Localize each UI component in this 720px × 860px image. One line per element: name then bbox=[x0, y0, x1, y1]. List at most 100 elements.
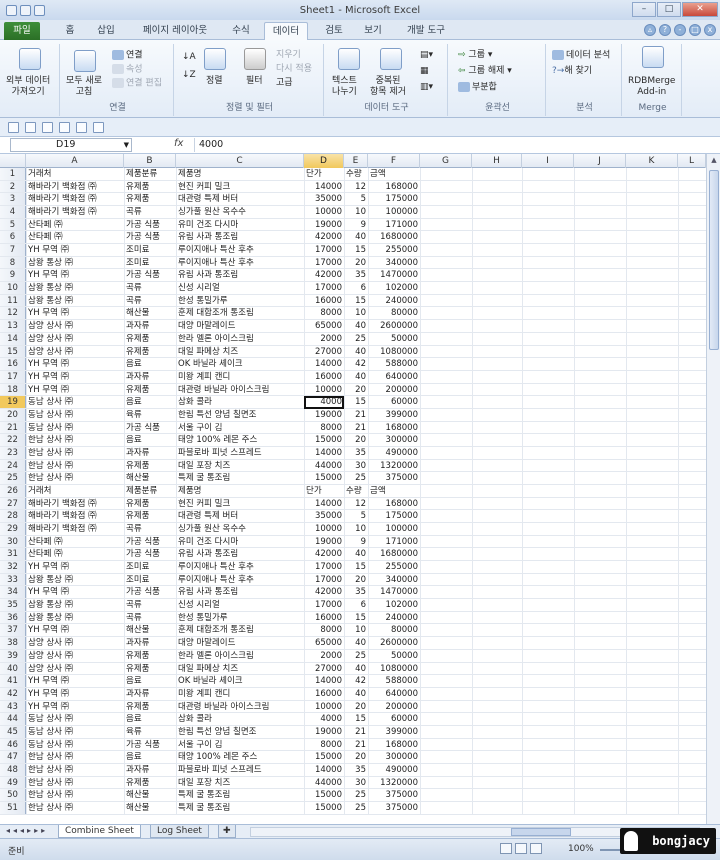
cell[interactable]: 대양 마말레이드 bbox=[176, 637, 304, 649]
cell[interactable]: 태양 100% 레몬 주스 bbox=[176, 434, 304, 446]
cell[interactable]: 과자류 bbox=[124, 371, 176, 383]
cell[interactable]: 동남 상사 ㈜ bbox=[26, 409, 124, 421]
cell[interactable]: 8000 bbox=[304, 422, 344, 434]
cell[interactable]: 한남 상사 ㈜ bbox=[26, 764, 124, 776]
cell[interactable]: 한림 특선 양념 칠면조 bbox=[176, 409, 304, 421]
filter-button[interactable]: 필터 bbox=[246, 76, 263, 87]
cell[interactable]: 1470000 bbox=[368, 586, 420, 598]
cell[interactable]: 19000 bbox=[304, 536, 344, 548]
sort-button[interactable]: 정렬 bbox=[206, 76, 223, 87]
page-break-view-icon[interactable] bbox=[530, 843, 542, 854]
cell[interactable]: 80000 bbox=[368, 624, 420, 636]
cell[interactable]: 음료 bbox=[124, 358, 176, 370]
cell[interactable]: 588000 bbox=[368, 675, 420, 687]
cell[interactable]: 1080000 bbox=[368, 663, 420, 675]
cell[interactable]: 16000 bbox=[304, 371, 344, 383]
sort-asc-icon[interactable]: ↓A bbox=[182, 52, 196, 63]
cell[interactable]: 175000 bbox=[368, 510, 420, 522]
cell[interactable]: 168000 bbox=[368, 422, 420, 434]
row-header[interactable]: 49 bbox=[0, 776, 26, 789]
advanced-button[interactable]: 고급 bbox=[276, 78, 293, 89]
cell[interactable]: 신성 시리얼 bbox=[176, 599, 304, 611]
cell[interactable]: 삼왕 통상 ㈜ bbox=[26, 295, 124, 307]
cell[interactable]: 삼왕 통상 ㈜ bbox=[26, 574, 124, 586]
row-header[interactable]: 35 bbox=[0, 599, 26, 611]
group-button[interactable]: ⇨ 그룹 ▾ bbox=[458, 50, 492, 61]
cell[interactable]: 17000 bbox=[304, 561, 344, 573]
cell[interactable]: 40 bbox=[344, 231, 368, 243]
cell[interactable]: 490000 bbox=[368, 447, 420, 459]
cell[interactable]: 루이지애나 특산 후추 bbox=[176, 244, 304, 256]
wb-restore-icon[interactable]: □ bbox=[689, 24, 701, 36]
cell[interactable]: 8000 bbox=[304, 739, 344, 751]
cell[interactable]: YH 무역 ㈜ bbox=[26, 561, 124, 573]
cell[interactable]: 삼왕 통상 ㈜ bbox=[26, 257, 124, 269]
cell[interactable]: 35 bbox=[344, 447, 368, 459]
cell[interactable]: 14000 bbox=[304, 181, 344, 193]
cell[interactable]: 20 bbox=[344, 434, 368, 446]
cell[interactable]: 해바라기 백화점 ㈜ bbox=[26, 498, 124, 510]
insert-sheet-icon[interactable]: ✚ bbox=[218, 825, 236, 838]
cell[interactable]: YH 무역 ㈜ bbox=[26, 586, 124, 598]
cell[interactable]: 35000 bbox=[304, 510, 344, 522]
cell[interactable]: 4000 bbox=[304, 713, 344, 725]
cell[interactable]: 16000 bbox=[304, 612, 344, 624]
ribbon-minimize-icon[interactable]: ▵ bbox=[644, 24, 656, 36]
row-header[interactable]: 45 bbox=[0, 725, 26, 738]
cell[interactable]: 싱가풀 원산 옥수수 bbox=[176, 523, 304, 535]
column-header-b[interactable]: B bbox=[124, 154, 176, 168]
cell[interactable]: 399000 bbox=[368, 409, 420, 421]
cell[interactable]: 171000 bbox=[368, 219, 420, 231]
cell[interactable]: 삼양 상사 ㈜ bbox=[26, 346, 124, 358]
cell[interactable]: 한남 상사 ㈜ bbox=[26, 751, 124, 763]
cell[interactable]: 15 bbox=[344, 561, 368, 573]
row-header[interactable]: 10 bbox=[0, 282, 26, 294]
cell[interactable]: 음료 bbox=[124, 675, 176, 687]
cell[interactable]: 대관령 특제 버터 bbox=[176, 510, 304, 522]
cell[interactable]: 미왕 계피 캔디 bbox=[176, 688, 304, 700]
row-header[interactable]: 7 bbox=[0, 244, 26, 256]
cell[interactable]: 유제품 bbox=[124, 384, 176, 396]
cell[interactable]: 조미료 bbox=[124, 561, 176, 573]
row-header[interactable]: 46 bbox=[0, 738, 26, 751]
redo-icon[interactable] bbox=[42, 121, 53, 133]
column-header-e[interactable]: E bbox=[344, 154, 368, 168]
cell[interactable]: 산타페 ㈜ bbox=[26, 548, 124, 560]
row-header[interactable]: 6 bbox=[0, 231, 26, 244]
cell[interactable]: 15 bbox=[344, 295, 368, 307]
name-box[interactable]: D19 ▼ bbox=[10, 138, 132, 152]
cell[interactable]: 해바라기 백화점 ㈜ bbox=[26, 510, 124, 522]
tab-view[interactable]: 보기 bbox=[356, 22, 390, 40]
row-header[interactable]: 29 bbox=[0, 523, 26, 535]
what-if-icon[interactable]: ▥▾ bbox=[420, 82, 433, 93]
cell[interactable]: 15000 bbox=[304, 472, 344, 484]
cell[interactable]: 유제품 bbox=[124, 460, 176, 472]
cell[interactable]: 단가 bbox=[304, 485, 344, 497]
cell[interactable]: 대일 파메상 치즈 bbox=[176, 346, 304, 358]
cell[interactable]: 175000 bbox=[368, 193, 420, 205]
customize-qat-icon[interactable] bbox=[93, 121, 104, 133]
cell[interactable]: 루이지애나 특산 후추 bbox=[176, 561, 304, 573]
cell[interactable]: 곡류 bbox=[124, 282, 176, 294]
cell[interactable]: 음료 bbox=[124, 713, 176, 725]
close-button[interactable]: ✕ bbox=[682, 2, 718, 17]
row-header[interactable]: 8 bbox=[0, 256, 26, 269]
tab-formulas[interactable]: 수식 bbox=[224, 22, 258, 40]
cell[interactable]: 곡류 bbox=[124, 206, 176, 218]
cell[interactable]: 대일 포장 치즈 bbox=[176, 777, 304, 789]
cell[interactable]: 20 bbox=[344, 574, 368, 586]
cell[interactable]: 가공 식품 bbox=[124, 586, 176, 598]
cell[interactable]: 171000 bbox=[368, 536, 420, 548]
row-header[interactable]: 23 bbox=[0, 446, 26, 459]
cell[interactable]: 25 bbox=[344, 472, 368, 484]
cell[interactable]: 한남 상사 ㈜ bbox=[26, 472, 124, 484]
cell[interactable]: 375000 bbox=[368, 789, 420, 801]
cell[interactable]: 동남 상사 ㈜ bbox=[26, 422, 124, 434]
text-to-columns-button[interactable]: 텍스트 나누기 bbox=[332, 76, 357, 98]
row-header[interactable]: 30 bbox=[0, 535, 26, 548]
cell[interactable]: 17000 bbox=[304, 599, 344, 611]
formula-input[interactable]: 4000 bbox=[194, 138, 708, 152]
row-header[interactable]: 44 bbox=[0, 713, 26, 725]
cell[interactable]: 특제 굴 통조림 bbox=[176, 789, 304, 801]
scroll-up-icon[interactable]: ▲ bbox=[709, 156, 719, 168]
